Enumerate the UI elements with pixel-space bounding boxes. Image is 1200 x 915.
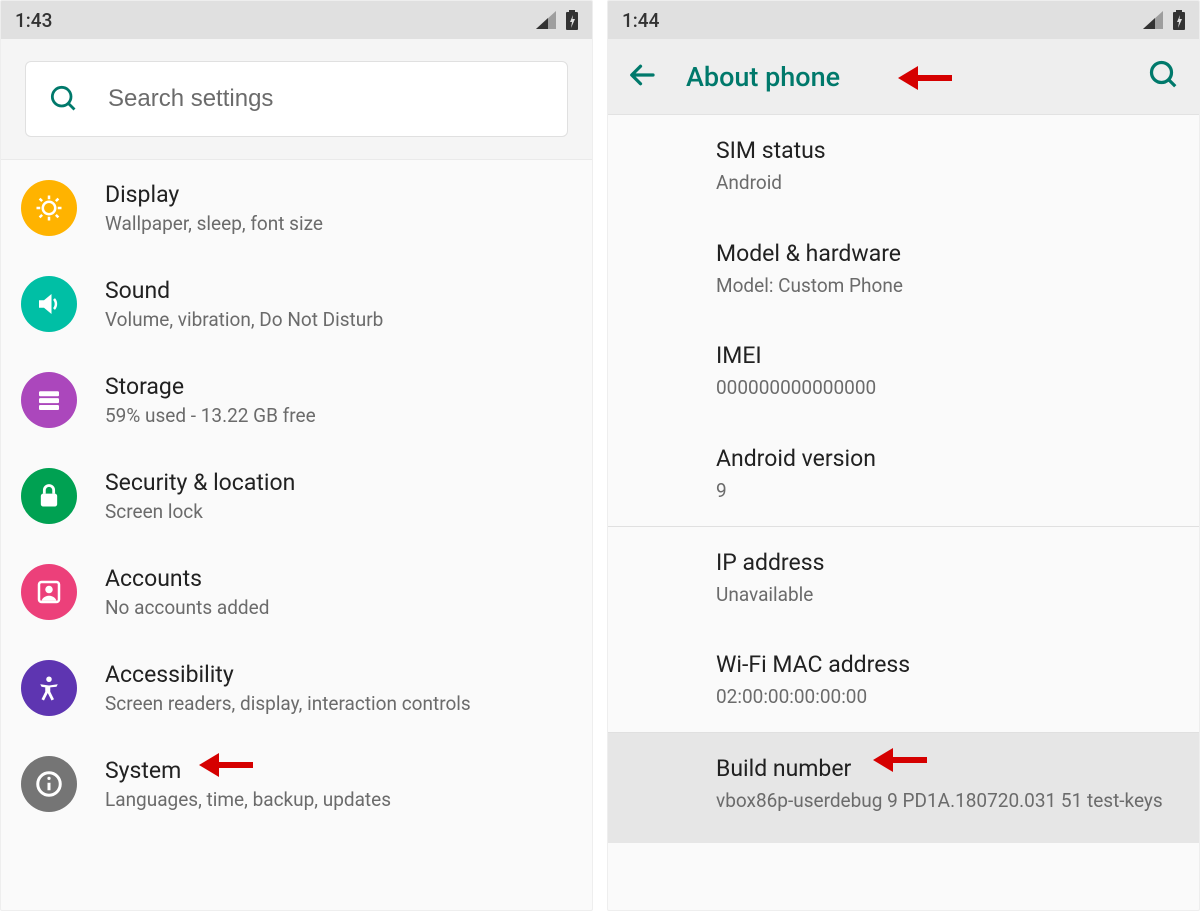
- sound-icon: [21, 276, 77, 332]
- info-item-title: Wi-Fi MAC address: [716, 651, 1177, 678]
- info-item-title: Build number: [716, 755, 1177, 782]
- search-icon: [1149, 60, 1179, 90]
- search-icon: [50, 85, 78, 113]
- settings-item-accounts[interactable]: Accounts No accounts added: [1, 544, 592, 640]
- search-container: [1, 39, 592, 160]
- settings-item-sound[interactable]: Sound Volume, vibration, Do Not Disturb: [1, 256, 592, 352]
- info-item-sub: 9: [716, 478, 1177, 504]
- settings-item-title: Sound: [105, 277, 383, 304]
- info-item-sub: vbox86p-userdebug 9 PD1A.180720.031 51 t…: [716, 788, 1177, 814]
- signal-icon: [1143, 11, 1163, 29]
- settings-item-text: Accounts No accounts added: [105, 565, 269, 619]
- info-item-model-hardware[interactable]: Model & hardware Model: Custom Phone: [608, 218, 1199, 321]
- info-item-title: SIM status: [716, 137, 1177, 164]
- search-card[interactable]: [25, 61, 568, 137]
- settings-item-sub: Screen readers, display, interaction con…: [105, 692, 471, 715]
- settings-item-text: Security & location Screen lock: [105, 469, 295, 523]
- settings-item-display[interactable]: Display Wallpaper, sleep, font size: [1, 160, 592, 256]
- info-item-title: Model & hardware: [716, 240, 1177, 267]
- status-bar: 1:44: [608, 1, 1199, 39]
- info-item-sub: Android: [716, 170, 1177, 196]
- info-item-build-number[interactable]: Build number vbox86p-userdebug 9 PD1A.18…: [608, 733, 1199, 844]
- settings-item-system[interactable]: System Languages, time, backup, updates: [1, 736, 592, 832]
- settings-list: Display Wallpaper, sleep, font size Soun…: [1, 160, 592, 832]
- appbar: About phone: [608, 39, 1199, 115]
- settings-item-text: Sound Volume, vibration, Do Not Disturb: [105, 277, 383, 331]
- battery-charging-icon: [1173, 10, 1185, 30]
- info-item-title: Android version: [716, 445, 1177, 472]
- settings-item-text: Accessibility Screen readers, display, i…: [105, 661, 471, 715]
- info-item-imei[interactable]: IMEI 000000000000000: [608, 320, 1199, 423]
- settings-item-sub: Languages, time, backup, updates: [105, 788, 391, 811]
- appbar-title: About phone: [686, 61, 840, 93]
- settings-item-accessibility[interactable]: Accessibility Screen readers, display, i…: [1, 640, 592, 736]
- settings-item-title: Accounts: [105, 565, 269, 592]
- accounts-icon: [21, 564, 77, 620]
- info-icon: [21, 756, 77, 812]
- info-item-sub: Model: Custom Phone: [716, 273, 1177, 299]
- status-time: 1:44: [622, 9, 659, 32]
- about-list: SIM status Android Model & hardware Mode…: [608, 115, 1199, 843]
- settings-item-text: Display Wallpaper, sleep, font size: [105, 181, 323, 235]
- info-item-android-version[interactable]: Android version 9: [608, 423, 1199, 526]
- settings-item-sub: Wallpaper, sleep, font size: [105, 212, 323, 235]
- info-item-sub: Unavailable: [716, 582, 1177, 608]
- settings-item-title: Display: [105, 181, 323, 208]
- signal-icon: [536, 11, 556, 29]
- info-item-sim-status[interactable]: SIM status Android: [608, 115, 1199, 218]
- back-arrow-icon: [628, 60, 658, 90]
- settings-item-storage[interactable]: Storage 59% used - 13.22 GB free: [1, 352, 592, 448]
- status-indicators: [536, 10, 578, 30]
- settings-item-security[interactable]: Security & location Screen lock: [1, 448, 592, 544]
- settings-item-sub: Volume, vibration, Do Not Disturb: [105, 308, 383, 331]
- accessibility-icon: [21, 660, 77, 716]
- info-item-wifi-mac[interactable]: Wi-Fi MAC address 02:00:00:00:00:00: [608, 629, 1199, 732]
- info-item-title: IMEI: [716, 342, 1177, 369]
- search-button[interactable]: [1149, 60, 1179, 94]
- battery-charging-icon: [566, 10, 578, 30]
- settings-item-title: Accessibility: [105, 661, 471, 688]
- info-item-sub: 02:00:00:00:00:00: [716, 684, 1177, 710]
- settings-item-title: Storage: [105, 373, 316, 400]
- annotation-arrow: [898, 63, 952, 93]
- lock-icon: [21, 468, 77, 524]
- storage-icon: [21, 372, 77, 428]
- about-phone-screen: 1:44 About phone SIM status Android Mode…: [607, 0, 1200, 911]
- settings-screen: 1:43 Display Wallpaper, sleep, font size: [0, 0, 593, 911]
- status-indicators: [1143, 10, 1185, 30]
- info-item-sub: 000000000000000: [716, 375, 1177, 401]
- settings-item-title: System: [105, 757, 391, 784]
- status-time: 1:43: [15, 9, 52, 32]
- settings-item-sub: No accounts added: [105, 596, 269, 619]
- display-icon: [21, 180, 77, 236]
- info-item-ip-address[interactable]: IP address Unavailable: [608, 527, 1199, 630]
- info-item-title: IP address: [716, 549, 1177, 576]
- settings-item-sub: Screen lock: [105, 500, 295, 523]
- settings-item-text: Storage 59% used - 13.22 GB free: [105, 373, 316, 427]
- back-button[interactable]: [628, 60, 658, 94]
- settings-item-sub: 59% used - 13.22 GB free: [105, 404, 316, 427]
- status-bar: 1:43: [1, 1, 592, 39]
- settings-item-text: System Languages, time, backup, updates: [105, 757, 391, 811]
- search-input[interactable]: [108, 85, 543, 113]
- settings-item-title: Security & location: [105, 469, 295, 496]
